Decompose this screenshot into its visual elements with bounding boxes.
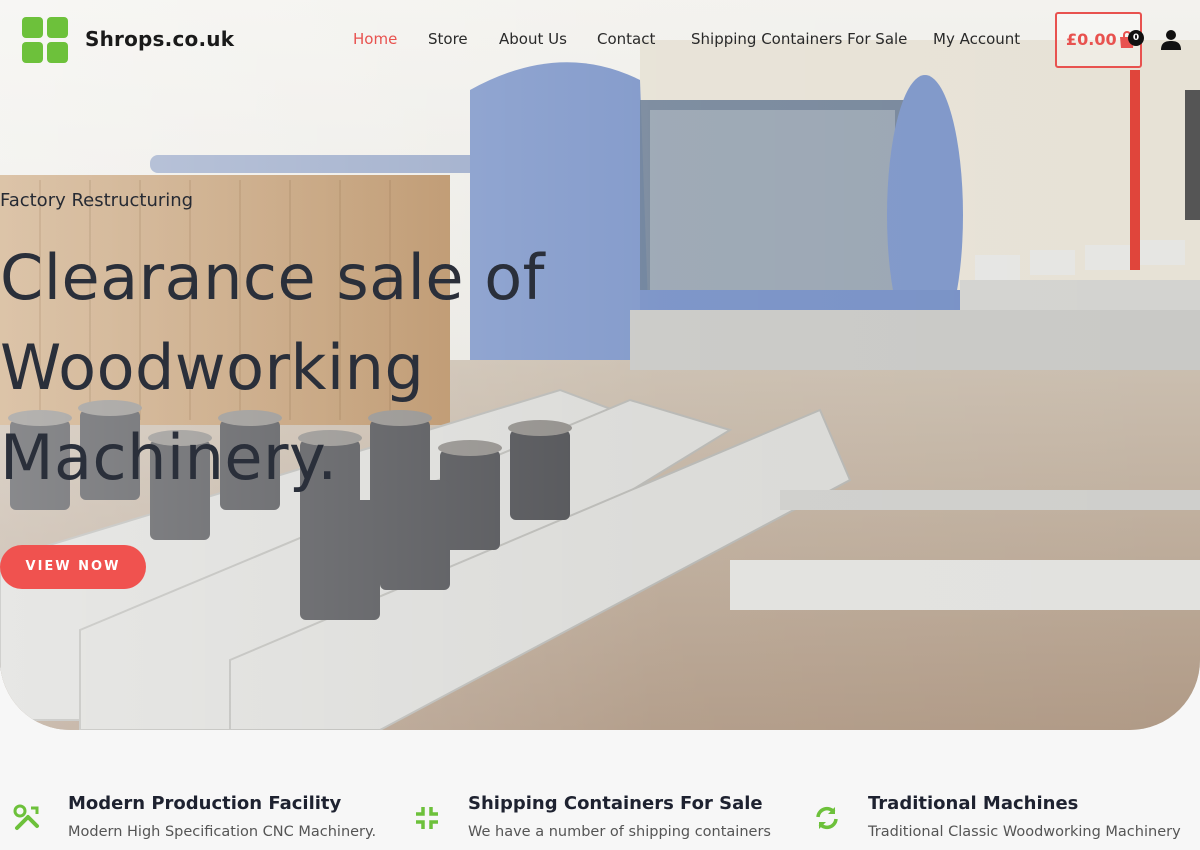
hero-title: Clearance sale of Woodworking Machinery.: [0, 241, 546, 494]
nav-item-store[interactable]: Store: [428, 30, 468, 48]
feature-title: Traditional Machines: [868, 793, 1079, 814]
hero-subtitle: Factory Restructuring: [0, 190, 194, 211]
compress-icon: [416, 807, 438, 829]
nav-item-home[interactable]: Home: [353, 30, 397, 48]
feature-title: Shipping Containers For Sale: [468, 793, 763, 814]
feature-text: We have a number of shipping containers: [468, 824, 771, 840]
tools-icon: [13, 804, 39, 830]
refresh-icon: [816, 806, 838, 830]
nav-item-shipping-containers[interactable]: Shipping Containers For Sale: [691, 30, 907, 48]
feature-text: Traditional Classic Woodworking Machiner…: [868, 824, 1181, 840]
feature-text: Modern High Specification CNC Machinery.: [68, 824, 377, 840]
feature-traditional-machines: Traditional Machines Traditional Classic…: [813, 790, 1198, 850]
cart-total: £0.00: [1066, 30, 1117, 49]
nav-item-my-account[interactable]: My Account: [933, 30, 1020, 48]
feature-title: Modern Production Facility: [68, 793, 342, 814]
feature-modern-production: Modern Production Facility Modern High S…: [13, 790, 403, 850]
nav-item-contact[interactable]: Contact: [597, 30, 655, 48]
main-nav: Home Store About Us Contact Shipping Con…: [0, 30, 1200, 50]
feature-shipping-containers: Shipping Containers For Sale We have a n…: [413, 790, 803, 850]
site-header: Shrops.co.uk Home Store About Us Contact…: [0, 0, 1200, 80]
cart-button[interactable]: £0.00 0: [1055, 12, 1144, 68]
nav-item-about-us[interactable]: About Us: [499, 30, 567, 48]
user-icon[interactable]: [1160, 29, 1182, 51]
view-now-button[interactable]: VIEW NOW: [0, 545, 146, 589]
cart-count-badge: 0: [1128, 30, 1144, 46]
